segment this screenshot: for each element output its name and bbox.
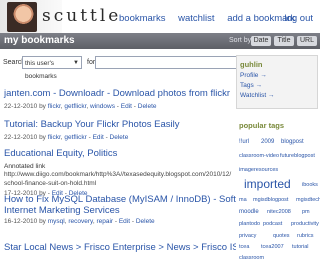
profile-link[interactable]: Profile → [240,72,317,79]
tag-link[interactable]: tcea2007 [261,244,284,250]
avatar [7,2,37,32]
sort-date-button[interactable]: Date [251,36,271,46]
search-scope-select[interactable]: this user's bookmarks ▼ [22,56,82,80]
delete-link[interactable]: Delete [138,103,157,110]
bookmark-title[interactable]: janten.com - Downloadr - Download photos… [4,88,230,99]
tag-link[interactable]: windows [90,103,115,110]
tag-link[interactable]: tcea [239,244,249,250]
bookmark-item: Tutorial: Backup Your Flickr Photos Easi… [4,114,234,141]
chevron-down-icon: ▼ [73,60,79,66]
page-title: my bookmarks [4,35,75,46]
tag-link[interactable]: rubrics [297,233,314,239]
tags-link[interactable]: Tags → [240,82,317,89]
sort-url-button[interactable]: URL [297,36,317,46]
tag-link[interactable]: flickr [48,103,61,110]
user-panel: guhlin Profile → Tags → Watchlist → [236,55,318,109]
tag-link[interactable]: nitec2008 [267,209,291,215]
for-label: for [87,59,96,66]
by-label: by [39,218,46,225]
edit-link[interactable]: Edit [121,103,132,110]
bookmark-date: 22-12-2010 [4,103,38,110]
header: scuttle bookmarks watchlist add a bookma… [0,0,320,33]
logout-link[interactable]: log out [284,13,313,24]
sort-label: Sort by: [229,37,254,44]
bookmark-item: Star Local News > Frisco Enterprise > Ne… [4,237,314,255]
bookmark-meta: 22-12-2010 by flickr, getflickr - Edit -… [4,134,129,141]
search-form: Search this user's bookmarks ▼ for [0,55,250,80]
popular-tags-panel: popular tags !!url 2009 blogpost classro… [236,115,320,261]
delete-link[interactable]: Delete [136,218,155,225]
tag-link[interactable]: ibooks [302,182,318,188]
bookmark-item: Educational Equity, Politics Annotated l… [4,143,234,197]
tag-link[interactable]: futureblogpost [280,153,315,159]
bookmark-title-line-2[interactable]: Internet Marketing Services [4,205,234,216]
popular-tags-header: popular tags [239,121,285,130]
tag-link[interactable]: mgisdblogpost [253,197,288,203]
bookmark-title[interactable]: Tutorial: Backup Your Flickr Photos Easi… [4,119,179,130]
tag-link[interactable]: blogpost [281,139,304,145]
by-label: by [39,134,46,141]
tag-link[interactable]: classroom [239,255,264,261]
bookmark-item: How to Fix MySQL Database (MyISAM / Inno… [4,194,296,225]
main-nav: bookmarks watchlist add a bookmark [119,13,305,24]
tag-link[interactable]: repair [96,218,113,225]
tag-link[interactable]: !!url [239,139,249,145]
delete-link[interactable]: Delete [110,134,129,141]
search-scope-value: this user's bookmarks [25,60,57,80]
bookmark-date: 22-12-2010 [4,134,38,141]
bookmark-date: 16-12-2010 [4,218,38,225]
user-name: guhlin [240,60,263,69]
edit-link[interactable]: Edit [93,134,104,141]
tag-link[interactable]: privacy [239,233,256,239]
bookmark-item: janten.com - Downloadr - Download photos… [4,83,234,110]
bookmark-meta: 22-12-2010 by flickr, getflickr, windows… [4,103,157,110]
tag-link[interactable]: quotes [273,233,290,239]
tag-link[interactable]: flickr [48,134,61,141]
tag-link[interactable]: ma [239,197,247,203]
page-title-bar: my bookmarks Sort by: Date Title URL [0,33,320,49]
tag-link[interactable]: getflickr [64,103,86,110]
tag-link-featured[interactable]: imported [244,177,291,191]
bookmark-title[interactable]: Educational Equity, Politics [4,148,117,159]
bookmark-meta: 16-12-2010 by mysql, recovery, repair - … [4,218,155,225]
tag-link[interactable]: mysql [48,218,65,225]
tag-link[interactable]: plantodo [239,221,260,227]
tag-link[interactable]: productivity [291,221,319,227]
tag-link[interactable]: moodle [239,209,259,215]
tag-link[interactable]: recovery [68,218,92,225]
watchlist-link[interactable]: Watchlist → [240,92,317,99]
nav-bookmarks[interactable]: bookmarks [119,13,165,24]
search-input[interactable] [95,56,245,69]
nav-watchlist[interactable]: watchlist [178,13,214,24]
tag-link[interactable]: imageresources [239,167,278,173]
tag-link[interactable]: tutorial [292,244,309,250]
tag-link[interactable]: classroom-video [239,153,279,159]
tag-link[interactable]: getflickr [64,134,86,141]
sort-title-button[interactable]: Title [274,36,294,46]
bookmark-note: Annotated link [4,163,46,170]
tag-link[interactable]: podcast [263,221,282,227]
tag-link[interactable]: mgisdtech [296,197,320,203]
bookmark-title-line-1[interactable]: How to Fix MySQL Database (MyISAM / Inno… [4,194,296,205]
tag-link[interactable]: pm [302,209,310,215]
tag-link[interactable]: 2009 [261,139,274,145]
by-label: by [39,103,46,110]
edit-link[interactable]: Edit [119,218,130,225]
logo-text: scuttle [42,6,122,26]
bookmark-description: http://www.diigo.com/bookmark/http%3A//t… [4,171,232,187]
